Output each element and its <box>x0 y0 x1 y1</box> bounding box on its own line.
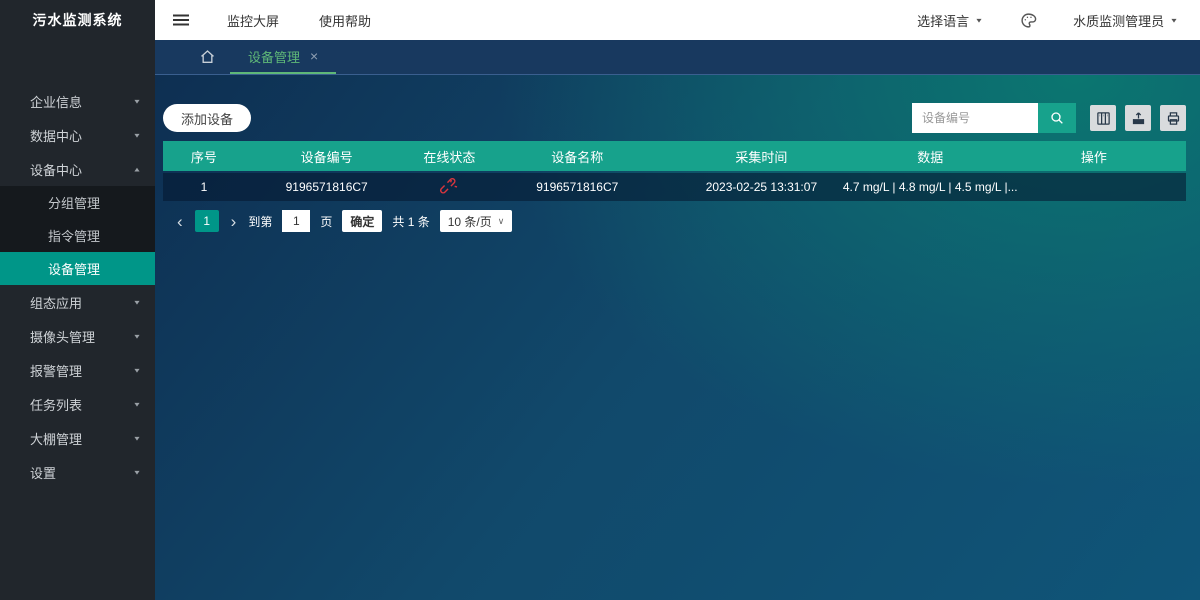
print-icon <box>1166 111 1181 126</box>
goto-suffix-label: 页 <box>320 213 332 230</box>
offline-broken-link-icon <box>440 178 459 197</box>
sidebar-item-data-center[interactable]: 数据中心 ▼ <box>0 118 155 152</box>
cell-data: 4.7 mg/L | 4.8 mg/L | 4.5 mg/L |... <box>859 173 1002 201</box>
search-input[interactable] <box>912 103 1038 133</box>
sidebar-item-alarm-management[interactable]: 报警管理 ▼ <box>0 353 155 387</box>
sidebar-subitem-group-management[interactable]: 分组管理 <box>0 186 155 219</box>
app-title: 污水监测系统 <box>0 0 155 40</box>
chevron-down-icon: ▼ <box>133 97 142 104</box>
export-button[interactable] <box>1125 105 1151 131</box>
top-navbar: 监控大屏 使用帮助 选择语言 ▼ 水质监测管理员 ▼ <box>155 0 1200 40</box>
cell-no: 1 <box>163 173 245 201</box>
search-icon <box>1049 110 1065 126</box>
sidebar: 污水监测系统 企业信息 ▼ 数据中心 ▼ 设备中心 ▲ 分组管理 指令管理 设备… <box>0 0 155 600</box>
chevron-down-icon: ▼ <box>133 366 142 373</box>
cell-device-name: 9196571816C7 <box>490 173 664 201</box>
user-menu[interactable]: 水质监测管理员 ▼ <box>1073 11 1178 30</box>
sidebar-subitem-command-management[interactable]: 指令管理 <box>0 219 155 252</box>
cell-collect-time: 2023-02-25 13:31:07 <box>664 173 858 201</box>
print-button[interactable] <box>1160 105 1186 131</box>
total-count-label: 共 1 条 <box>392 213 429 230</box>
search-button[interactable] <box>1038 103 1076 133</box>
filter-columns-button[interactable] <box>1090 105 1116 131</box>
table-tool-icons <box>1090 105 1186 131</box>
confirm-page-button[interactable]: 确定 <box>342 210 382 232</box>
col-header-device-name: 设备名称 <box>490 141 664 171</box>
col-header-collect-time: 采集时间 <box>664 141 858 171</box>
sidebar-item-task-list[interactable]: 任务列表 ▼ <box>0 387 155 421</box>
col-header-online-status: 在线状态 <box>409 141 491 171</box>
device-table: 序号 设备编号 在线状态 设备名称 采集时间 数据 操作 1 919657181… <box>163 141 1186 201</box>
sidebar-item-enterprise-info[interactable]: 企业信息 ▼ <box>0 84 155 118</box>
chevron-down-icon: ▼ <box>133 332 142 339</box>
chevron-down-icon: ▼ <box>133 400 142 407</box>
page-number-input[interactable] <box>282 210 310 232</box>
chevron-down-icon: ▼ <box>1170 16 1179 23</box>
user-name: 水质监测管理员 <box>1073 11 1164 30</box>
language-select[interactable]: 选择语言 ▼ <box>917 11 983 30</box>
goto-prefix-label: 到第 <box>248 213 272 230</box>
cell-operation <box>1002 173 1186 201</box>
sidebar-menu: 企业信息 ▼ 数据中心 ▼ 设备中心 ▲ 分组管理 指令管理 设备管理 组态应用… <box>0 84 155 489</box>
tab-home[interactable] <box>185 40 230 74</box>
filter-columns-icon <box>1096 111 1111 126</box>
collapse-menu-icon <box>172 12 190 28</box>
chevron-down-icon: ▼ <box>133 298 142 305</box>
chevron-up-icon: ▲ <box>133 165 142 172</box>
col-header-data: 数据 <box>859 141 1002 171</box>
main-column: 监控大屏 使用帮助 选择语言 ▼ 水质监测管理员 ▼ <box>155 0 1200 600</box>
chevron-down-icon: ▼ <box>133 434 142 441</box>
table-toolbar: 添加设备 <box>163 103 1186 133</box>
page-1-button[interactable]: 1 <box>195 210 219 232</box>
navbar-right: 选择语言 ▼ 水质监测管理员 ▼ <box>917 9 1178 31</box>
sidebar-item-camera-management[interactable]: 摄像头管理 ▼ <box>0 319 155 353</box>
nav-help[interactable]: 使用帮助 <box>319 11 395 30</box>
add-device-button[interactable]: 添加设备 <box>163 104 251 132</box>
table-row[interactable]: 1 9196571816C7 9196571816C7 2023-02-25 1… <box>163 173 1186 201</box>
content-area: 添加设备 <box>155 75 1200 600</box>
tab-bar: 设备管理 × <box>155 40 1200 75</box>
chevron-down-icon: ∨ <box>498 216 505 227</box>
page-size-select[interactable]: 10 条/页 ∨ <box>440 210 513 232</box>
theme-palette-icon[interactable] <box>1017 9 1039 31</box>
sidebar-item-greenhouse-management[interactable]: 大棚管理 ▼ <box>0 421 155 455</box>
chevron-down-icon: ▼ <box>133 468 142 475</box>
col-header-device-id: 设备编号 <box>245 141 409 171</box>
next-page-icon[interactable]: › <box>229 213 239 230</box>
cell-device-id: 9196571816C7 <box>245 173 409 201</box>
export-icon <box>1131 111 1146 126</box>
col-header-no: 序号 <box>163 141 245 171</box>
col-header-operation: 操作 <box>1002 141 1186 171</box>
prev-page-icon[interactable]: ‹ <box>175 213 185 230</box>
tab-device-management[interactable]: 设备管理 × <box>230 40 336 74</box>
sidebar-item-configuration-app[interactable]: 组态应用 ▼ <box>0 285 155 319</box>
device-center-submenu: 分组管理 指令管理 设备管理 <box>0 186 155 285</box>
sidebar-subitem-device-management[interactable]: 设备管理 <box>0 252 155 285</box>
sidebar-item-settings[interactable]: 设置 ▼ <box>0 455 155 489</box>
collapse-menu-icon[interactable] <box>171 10 191 30</box>
search-group <box>912 103 1186 133</box>
chevron-down-icon: ▼ <box>133 131 142 138</box>
table-header-row: 序号 设备编号 在线状态 设备名称 采集时间 数据 操作 <box>163 141 1186 171</box>
home-icon <box>199 49 216 65</box>
pagination: ‹ 1 › 到第 页 确定 共 1 条 10 条/页 ∨ <box>163 210 1186 232</box>
cell-online-status <box>409 173 491 201</box>
chevron-down-icon: ▼ <box>975 16 984 23</box>
theme-palette-icon <box>1020 12 1037 29</box>
sidebar-item-device-center[interactable]: 设备中心 ▲ <box>0 152 155 186</box>
close-icon[interactable]: × <box>310 48 318 64</box>
nav-monitor-screen[interactable]: 监控大屏 <box>227 11 303 30</box>
